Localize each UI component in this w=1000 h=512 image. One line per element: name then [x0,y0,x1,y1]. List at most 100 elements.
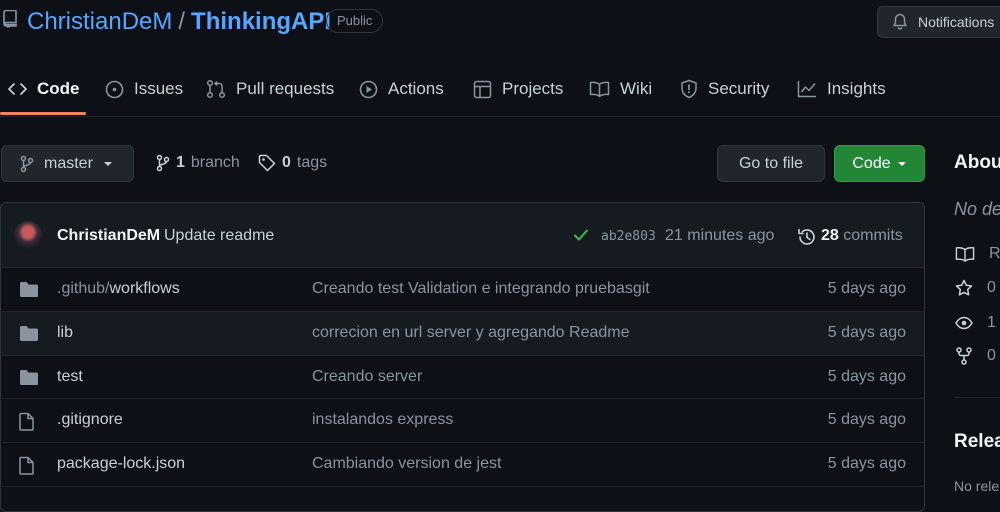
file-name-link[interactable]: .github/workflows [57,280,180,298]
stars-link[interactable]: 0 [955,279,996,297]
file-row[interactable]: lib correcion en url server y agregando … [1,311,924,355]
repo-name-link[interactable]: ThinkingAPI [191,8,331,36]
commit-message[interactable]: Update readme [164,227,274,245]
file-commit-age: 5 days ago [827,411,906,428]
tag-count: 0 [282,154,291,171]
repo-separator: / [178,8,186,35]
tab-security[interactable]: Security [680,66,769,112]
about-heading: About [954,152,1000,173]
branch-count: 1 [176,154,185,171]
tab-code[interactable]: Code [8,66,80,112]
issue-icon [105,80,124,99]
caret-down-icon [897,161,907,167]
file-commit-age: 5 days ago [827,455,906,472]
book-icon [589,81,610,98]
file-name: workflows [109,280,180,297]
commits-link[interactable]: 28 commits [821,227,903,245]
file-commit-message[interactable]: Cambiando version de jest [312,455,501,473]
notifications-button[interactable]: Notifications [877,6,1000,38]
caret-down-icon [103,161,113,167]
book-icon [955,246,975,263]
file-commit-message[interactable]: instalandos express [312,411,453,429]
tab-label: Wiki [620,79,653,98]
branch-select-button[interactable]: master [1,145,134,182]
file-name: test [57,368,83,385]
tags-link[interactable]: 0 tags [258,154,327,172]
file-name-link[interactable]: lib [57,324,73,342]
file-name-prefix: .github/ [57,280,110,297]
table-icon [473,80,492,99]
readme-link[interactable]: R [955,245,1000,263]
file-row[interactable]: package-lock.json Cambiando version de j… [1,442,924,486]
commit-count: 28 [821,227,839,244]
repo-title: ChristianDeM / ThinkingAPI [27,8,331,36]
play-icon [359,80,378,99]
file-row[interactable]: .gitignore instalandos express 5 days ag… [1,398,924,442]
file-commit-message[interactable]: correcion en url server y agregando Read… [312,324,630,342]
tab-insights[interactable]: Insights [797,66,886,112]
check-icon[interactable] [573,228,589,242]
tab-actions[interactable]: Actions [359,66,444,112]
releases-description: No rele [954,478,1000,494]
sidebar-item-text: 0 [987,347,996,364]
tag-icon [258,154,276,172]
watchers-link[interactable]: 1 [955,314,996,332]
commit-author[interactable]: ChristianDeM [57,227,160,245]
sidebar-divider [954,397,1000,398]
file-icon [19,412,35,431]
tab-label: Pull requests [236,79,335,98]
repo-owner-link[interactable]: ChristianDeM [27,8,172,36]
branch-icon [156,154,170,172]
file-name-link[interactable]: package-lock.json [57,455,185,473]
pull-request-icon [206,79,226,99]
bell-icon [892,13,908,31]
file-browser: ChristianDeM Update readme ab2e803 21 mi… [0,202,925,512]
commit-time: 21 minutes ago [665,227,775,244]
branch-name: master [44,154,93,172]
notifications-label: Notifications [918,14,995,30]
file-commit-age: 5 days ago [827,368,906,385]
file-name: lib [57,324,74,341]
file-name: .gitignore [57,411,123,428]
tab-wiki[interactable]: Wiki [589,66,652,112]
file-row[interactable] [1,486,924,511]
fork-icon [955,347,973,365]
about-description: No de [954,199,1000,219]
tab-pull-requests[interactable]: Pull requests [206,66,334,112]
sidebar-item-text: 0 [987,279,996,296]
tab-issues[interactable]: Issues [105,66,183,112]
file-commit-message[interactable]: Creando test Validation e integrando pru… [312,280,650,298]
sidebar-item-text: R [989,245,1000,262]
file-name: package-lock.json [57,455,186,472]
file-commit-message[interactable]: Creando server [312,368,422,386]
repo-icon [2,10,18,28]
tab-label: Security [708,79,770,98]
avatar[interactable] [14,221,42,249]
file-commit-age: 5 days ago [827,324,906,341]
tab-label: Insights [827,79,886,98]
commit-sha[interactable]: ab2e803 [601,229,656,244]
tab-projects[interactable]: Projects [473,66,563,112]
tab-label: Issues [134,79,184,98]
branch-icon [20,155,34,173]
folder-icon [19,369,39,386]
history-icon [797,227,817,247]
releases-heading[interactable]: Relea [954,431,1000,453]
code-button-label: Code [852,154,891,172]
file-name-link[interactable]: .gitignore [57,411,123,429]
code-download-button[interactable]: Code [834,145,925,182]
file-commit-age: 5 days ago [827,280,906,297]
file-row[interactable]: .github/workflows Creando test Validatio… [1,267,924,311]
latest-commit-row: ChristianDeM Update readme ab2e803 21 mi… [1,203,924,268]
star-icon [955,279,973,297]
repo-nav-tabs: Code Issues Pull requests Actions Projec… [0,66,1000,117]
file-name-link[interactable]: test [57,368,83,386]
tab-label: Projects [502,79,564,98]
forks-link[interactable]: 0 [955,347,996,365]
file-row[interactable]: test Creando server 5 days ago [1,355,924,399]
go-to-file-button[interactable]: Go to file [717,145,825,182]
commit-count-label: commits [843,227,903,244]
folder-icon [19,281,39,298]
branches-link[interactable]: 1 branch [156,154,240,172]
tag-label: tags [296,154,328,171]
